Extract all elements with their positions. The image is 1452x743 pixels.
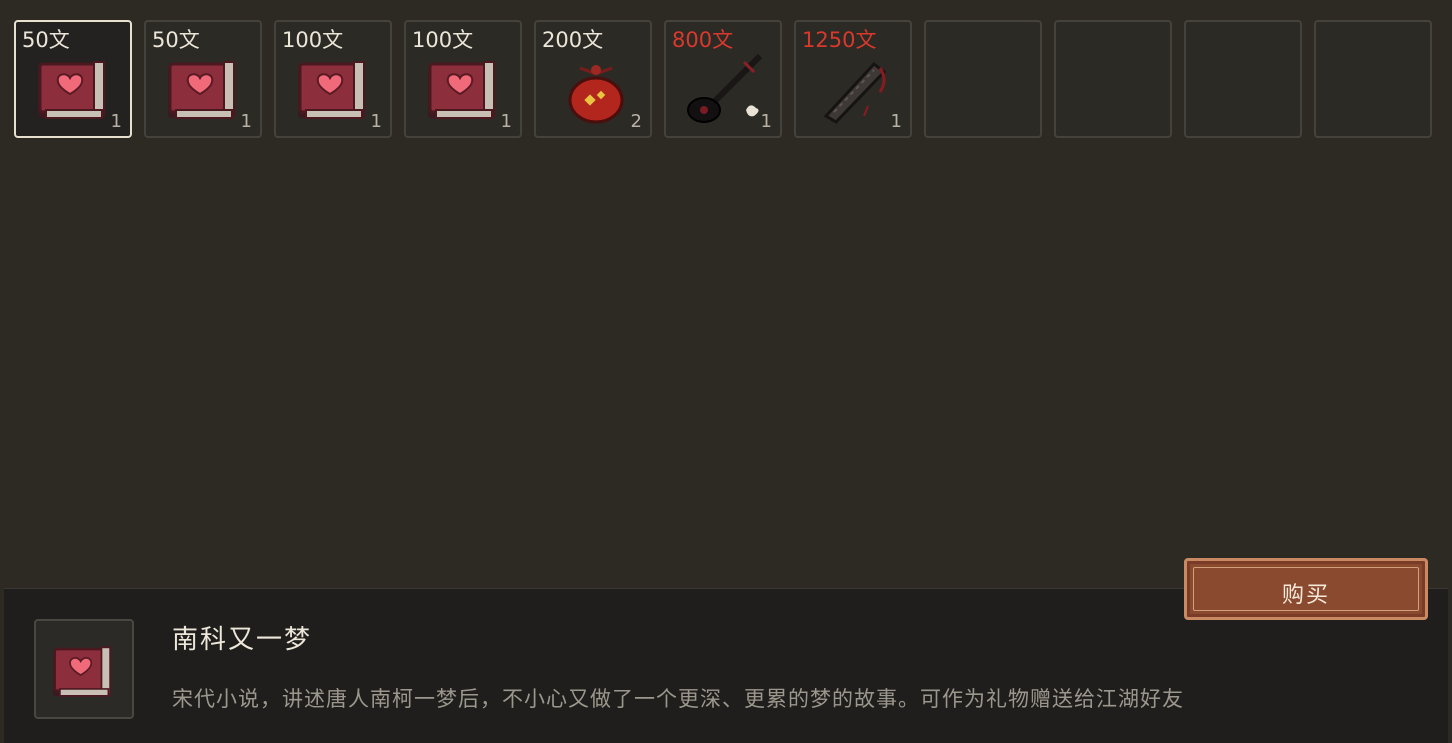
- shop-slot-empty[interactable]: [1184, 20, 1302, 138]
- item-quantity: 1: [110, 111, 122, 132]
- shop-slot-3[interactable]: 100文 1: [274, 20, 392, 138]
- shop-slot-5[interactable]: 200文 2: [534, 20, 652, 138]
- romance-book-icon: [428, 61, 495, 119]
- buy-button-label: 购买: [1281, 583, 1330, 608]
- shop-slot-4[interactable]: 100文 1: [404, 20, 522, 138]
- buy-button[interactable]: 购买: [1184, 558, 1428, 620]
- shop-slot-7[interactable]: 1250文 1: [794, 20, 912, 138]
- romance-book-icon: [298, 61, 365, 119]
- item-quantity: 1: [760, 111, 772, 132]
- item-description: 宋代小说，讲述唐人南柯一梦后，不小心又做了一个更深、更累的梦的故事。可作为礼物赠…: [172, 687, 1184, 711]
- romance-book-icon: [168, 61, 235, 119]
- shop-slot-1[interactable]: 50文 1: [14, 20, 132, 138]
- shop-slot-empty[interactable]: [1054, 20, 1172, 138]
- item-quantity: 1: [500, 111, 512, 132]
- romance-book-icon: [52, 646, 112, 697]
- detail-icon-frame: [34, 619, 134, 719]
- pipa-instrument-icon: [687, 53, 763, 123]
- romance-book-icon: [38, 61, 105, 119]
- item-quantity: 1: [240, 111, 252, 132]
- dark-blade-icon: [823, 61, 887, 124]
- shop-slot-6[interactable]: 800文 1: [664, 20, 782, 138]
- item-name: 南科又一梦: [172, 625, 313, 655]
- item-quantity: 2: [630, 111, 642, 132]
- shop-slot-empty[interactable]: [924, 20, 1042, 138]
- shop-slot-2[interactable]: 50文 1: [144, 20, 262, 138]
- red-pouch-icon: [568, 65, 624, 124]
- shop-slot-empty[interactable]: [1314, 20, 1432, 138]
- item-quantity: 1: [890, 111, 902, 132]
- item-quantity: 1: [370, 111, 382, 132]
